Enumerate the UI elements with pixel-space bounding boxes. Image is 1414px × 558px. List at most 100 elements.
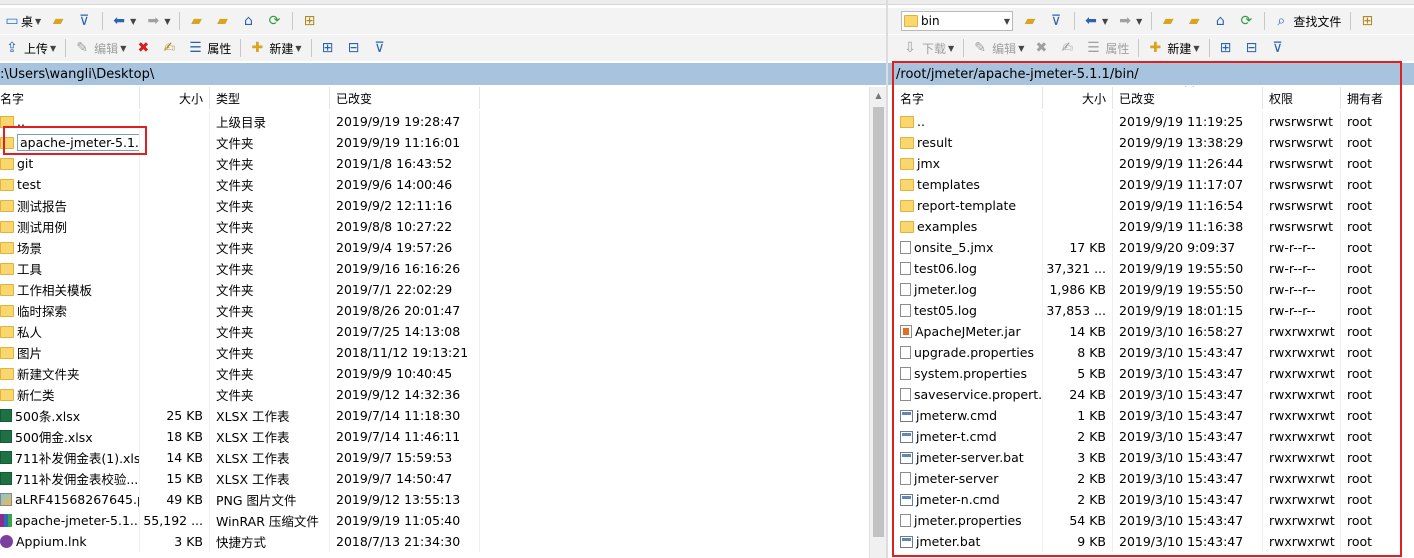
- new-button[interactable]: ✚ 新建 ▼: [245, 37, 304, 59]
- unselect-button[interactable]: ⊟: [1240, 37, 1264, 59]
- file-row[interactable]: result 2019/9/19 13:38:29 rwsrwsrwt root: [888, 132, 1414, 153]
- file-row[interactable]: jmeter-t.cmd 2 KB 2019/3/10 15:43:47 rwxrwx…: [888, 426, 1414, 447]
- file-row[interactable]: 新仁类 文件夹 2019/9/12 14:32:36: [0, 384, 886, 405]
- tree-button[interactable]: ⊞: [297, 10, 321, 32]
- refresh-button[interactable]: ⟳: [262, 10, 286, 32]
- file-row[interactable]: .. 2019/9/19 11:19:25 rwsrwsrwt root: [888, 111, 1414, 132]
- parent-dir-button[interactable]: ▰: [184, 10, 208, 32]
- file-row[interactable]: ApacheJMeter.jar 14 KB 2019/3/10 16:58:27 r…: [888, 321, 1414, 342]
- file-row[interactable]: 测试报告 文件夹 2019/9/2 12:11:16: [0, 195, 886, 216]
- properties-button[interactable]: ☰ 属性: [183, 37, 234, 59]
- column-name[interactable]: 名字: [888, 87, 1043, 109]
- parent-dir-button[interactable]: ▰: [1156, 10, 1180, 32]
- file-row[interactable]: jmx 2019/9/19 11:26:44 rwsrwsrwt root: [888, 153, 1414, 174]
- root-dir-button[interactable]: ▰: [1182, 10, 1206, 32]
- file-size: 37,321 ...: [1046, 261, 1106, 276]
- upload-button[interactable]: ⇪ 上传 ▼: [0, 37, 59, 59]
- filter-button[interactable]: ⊽: [1044, 10, 1068, 32]
- rename-button[interactable]: ✍: [157, 37, 181, 59]
- file-icon: [900, 304, 911, 317]
- edit-button[interactable]: ✎ 编辑 ▼: [70, 37, 129, 59]
- file-row[interactable]: report-template 2019/9/19 11:16:54 rwsrwsr…: [888, 195, 1414, 216]
- properties-button[interactable]: ☰ 属性: [1081, 37, 1132, 59]
- file-row[interactable]: 测试用例 文件夹 2019/8/8 10:27:22: [0, 216, 886, 237]
- file-row[interactable]: jmeter-n.cmd 2 KB 2019/3/10 15:43:47 rwxrwx…: [888, 489, 1414, 510]
- file-row[interactable]: 500条.xlsx 25 KB XLSX 工作表 2019/7/14 11:18:30: [0, 405, 886, 426]
- forward-button[interactable]: ➡ ▼: [1113, 10, 1145, 32]
- delete-icon: ✖: [137, 40, 150, 56]
- file-row[interactable]: jmeter.bat 9 KB 2019/3/10 15:43:47 rwxrwxrw…: [888, 531, 1414, 552]
- column-modified[interactable]: 已改变: [1113, 87, 1263, 109]
- file-row[interactable]: 临时探索 文件夹 2019/8/26 20:01:47: [0, 300, 886, 321]
- remote-path-bar[interactable]: /root/jmeter/apache-jmeter-5.1.1/bin/: [888, 63, 1414, 85]
- back-button[interactable]: ⬅ ▼: [107, 10, 139, 32]
- file-row[interactable]: jmeter.log 1,986 KB 2019/9/19 19:55:50 rw-r…: [888, 279, 1414, 300]
- open-folder-button[interactable]: ▰: [1018, 10, 1042, 32]
- file-row[interactable]: upgrade.properties 8 KB 2019/3/10 15:43:47…: [888, 342, 1414, 363]
- column-name[interactable]: 名字: [0, 87, 140, 109]
- scroll-up-icon[interactable]: ▲: [870, 87, 886, 104]
- file-row[interactable]: jmeter-server.bat 3 KB 2019/3/10 15:43:47 r…: [888, 447, 1414, 468]
- file-row[interactable]: 工具 文件夹 2019/9/16 16:16:26: [0, 258, 886, 279]
- home-button[interactable]: ⌂: [1208, 10, 1232, 32]
- file-row[interactable]: 图片 文件夹 2018/11/12 19:13:21: [0, 342, 886, 363]
- forward-button[interactable]: ➡ ▼: [141, 10, 173, 32]
- unselect-button[interactable]: ⊟: [342, 37, 366, 59]
- file-row[interactable]: jmeter-server 2 KB 2019/3/10 15:43:47 rwxrw…: [888, 468, 1414, 489]
- file-row[interactable]: 711补发佣金表校验... 15 KB XLSX 工作表 2019/9/7 14:50…: [0, 468, 886, 489]
- filter-select-button[interactable]: ⊽: [1266, 37, 1290, 59]
- file-size: 55,192 ...: [143, 513, 203, 528]
- drive-selector[interactable]: ▭ 桌 ▼: [0, 10, 44, 32]
- file-row[interactable]: jmeterw.cmd 1 KB 2019/3/10 15:43:47 rwxrwxr…: [888, 405, 1414, 426]
- file-row[interactable]: .. 上级目录 2019/9/19 19:28:47: [0, 111, 886, 132]
- select-all-button[interactable]: ⊞: [316, 37, 340, 59]
- new-button[interactable]: ✚ 新建 ▼: [1143, 37, 1202, 59]
- file-row[interactable]: templates 2019/9/19 11:17:07 rwsrwsrwt root: [888, 174, 1414, 195]
- file-row[interactable]: 私人 文件夹 2019/7/25 14:13:08: [0, 321, 886, 342]
- file-row[interactable]: git 文件夹 2019/1/8 16:43:52: [0, 153, 886, 174]
- column-permissions[interactable]: 权限: [1263, 87, 1341, 109]
- file-row[interactable]: 工作相关模板 文件夹 2019/7/1 22:02:29: [0, 279, 886, 300]
- file-row[interactable]: 场景 文件夹 2019/9/4 19:57:26: [0, 237, 886, 258]
- column-modified[interactable]: 已改变: [330, 87, 480, 109]
- column-size[interactable]: 大小: [1043, 87, 1113, 109]
- scroll-thumb[interactable]: [873, 107, 884, 537]
- file-row[interactable]: 500佣金.xlsx 18 KB XLSX 工作表 2019/7/14 11:46:1…: [0, 426, 886, 447]
- home-button[interactable]: ⌂: [236, 10, 260, 32]
- file-row[interactable]: saveservice.propert... 24 KB 2019/3/10 15:…: [888, 384, 1414, 405]
- delete-button[interactable]: ✖: [1029, 37, 1053, 59]
- file-row[interactable]: Appium.lnk 3 KB 快捷方式 2018/7/13 21:34:30: [0, 531, 886, 552]
- rename-button[interactable]: ✍: [1055, 37, 1079, 59]
- edit-button[interactable]: ✎ 编辑 ▼: [968, 37, 1027, 59]
- file-row[interactable]: aLRF41568267645.p... 49 KB PNG 图片文件 2019/9/…: [0, 489, 886, 510]
- file-row[interactable]: test 文件夹 2019/9/6 14:00:46: [0, 174, 886, 195]
- file-row[interactable]: apache-jmeter-5.1.1 文件夹 2019/9/19 11:16:01: [0, 132, 886, 153]
- file-row[interactable]: jmeter.properties 54 KB 2019/3/10 15:43:47…: [888, 510, 1414, 531]
- root-dir-button[interactable]: ▰: [210, 10, 234, 32]
- column-owner[interactable]: 拥有者: [1341, 87, 1401, 109]
- file-row[interactable]: examples 2019/9/19 11:16:38 rwsrwsrwt root: [888, 216, 1414, 237]
- column-type[interactable]: 类型: [210, 87, 330, 109]
- filter-button[interactable]: ⊽: [72, 10, 96, 32]
- file-row[interactable]: onsite_5.jmx 17 KB 2019/9/20 9:09:37 rw-r--…: [888, 237, 1414, 258]
- delete-button[interactable]: ✖: [131, 37, 155, 59]
- file-row[interactable]: 711补发佣金表(1).xlsx 14 KB XLSX 工作表 2019/9/7 15…: [0, 447, 886, 468]
- file-row[interactable]: apache-jmeter-5.1.... 55,192 ... WinRAR 压缩…: [0, 510, 886, 531]
- local-path-bar[interactable]: :\Users\wangli\Desktop\: [0, 63, 886, 85]
- back-button[interactable]: ⬅ ▼: [1079, 10, 1111, 32]
- find-files-button[interactable]: ⌕ 查找文件: [1269, 10, 1344, 32]
- download-button[interactable]: ⇩ 下载 ▼: [898, 37, 957, 59]
- select-all-button[interactable]: ⊞: [1214, 37, 1238, 59]
- column-size[interactable]: 大小: [140, 87, 210, 109]
- file-row[interactable]: test05.log 37,853 ... 2019/9/19 18:01:15 rw…: [888, 300, 1414, 321]
- file-row[interactable]: system.properties 5 KB 2019/3/10 15:43:47 r…: [888, 363, 1414, 384]
- open-folder-button[interactable]: ▰: [46, 10, 70, 32]
- filter-select-button[interactable]: ⊽: [368, 37, 392, 59]
- folder-combo[interactable]: bin ▼: [901, 11, 1013, 31]
- remote-folder-selector[interactable]: bin ▼: [898, 10, 1016, 32]
- tree-button[interactable]: ⊞: [1355, 10, 1379, 32]
- refresh-button[interactable]: ⟳: [1234, 10, 1258, 32]
- file-row[interactable]: 新建文件夹 文件夹 2019/9/9 10:40:45: [0, 363, 886, 384]
- local-scrollbar[interactable]: ▲: [869, 87, 886, 558]
- file-row[interactable]: test06.log 37,321 ... 2019/9/19 19:55:50 rw…: [888, 258, 1414, 279]
